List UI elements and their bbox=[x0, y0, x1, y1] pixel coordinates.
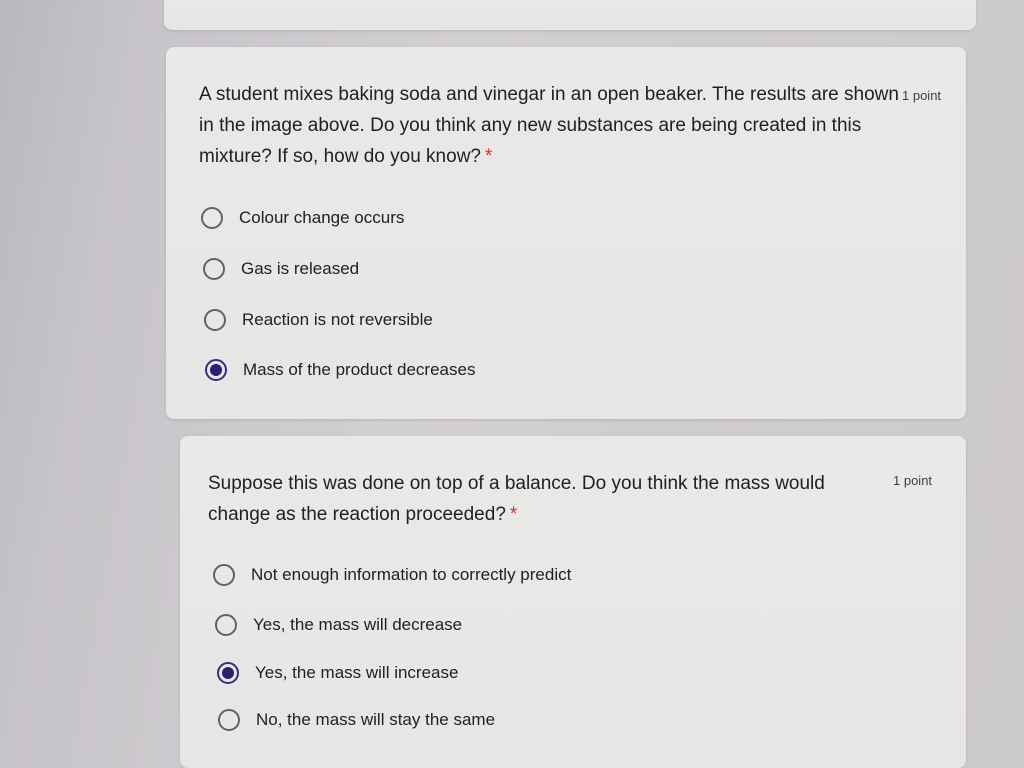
required-star: * bbox=[509, 504, 518, 525]
option-label: Yes, the mass will decrease bbox=[253, 615, 463, 634]
option-not-enough-info[interactable]: Not enough information to correctly pred… bbox=[213, 564, 571, 586]
radio-button[interactable] bbox=[213, 564, 235, 586]
option-mass-same[interactable]: No, the mass will stay the same bbox=[218, 709, 495, 731]
radio-button[interactable] bbox=[201, 207, 223, 229]
option-mass-decrease[interactable]: Yes, the mass will decrease bbox=[215, 614, 462, 636]
option-label: Yes, the mass will increase bbox=[255, 663, 459, 682]
radio-button[interactable] bbox=[204, 309, 226, 331]
radio-button-selected[interactable] bbox=[217, 662, 239, 684]
radio-button[interactable] bbox=[215, 614, 237, 636]
option-label: Mass of the product decreases bbox=[243, 360, 476, 379]
question-card-2: Suppose this was done on top of a balanc… bbox=[180, 436, 966, 768]
question-2-text: Suppose this was done on top of a balanc… bbox=[208, 468, 888, 530]
option-label: Gas is released bbox=[241, 259, 360, 278]
question-2-points: 1 point bbox=[893, 473, 933, 488]
previous-question-card bbox=[164, 0, 976, 30]
option-label: Reaction is not reversible bbox=[242, 310, 433, 329]
option-mass-increase[interactable]: Yes, the mass will increase bbox=[217, 662, 458, 684]
question-card-1: A student mixes baking soda and vinegar … bbox=[166, 47, 966, 419]
radio-button[interactable] bbox=[203, 258, 225, 280]
option-label: Not enough information to correctly pred… bbox=[251, 565, 572, 584]
option-gas-released[interactable]: Gas is released bbox=[203, 258, 359, 280]
required-star: * bbox=[484, 146, 493, 167]
option-label: No, the mass will stay the same bbox=[256, 710, 496, 729]
radio-button[interactable] bbox=[218, 709, 240, 731]
question-1-label: A student mixes baking soda and vinegar … bbox=[199, 84, 899, 167]
option-mass-decreases[interactable]: Mass of the product decreases bbox=[205, 359, 475, 381]
option-label: Colour change occurs bbox=[239, 208, 405, 227]
question-1-text: A student mixes baking soda and vinegar … bbox=[199, 79, 899, 172]
radio-button-selected[interactable] bbox=[205, 359, 227, 381]
option-not-reversible[interactable]: Reaction is not reversible bbox=[204, 309, 433, 331]
option-colour-change[interactable]: Colour change occurs bbox=[201, 207, 404, 229]
question-1-points: 1 point bbox=[902, 88, 942, 103]
